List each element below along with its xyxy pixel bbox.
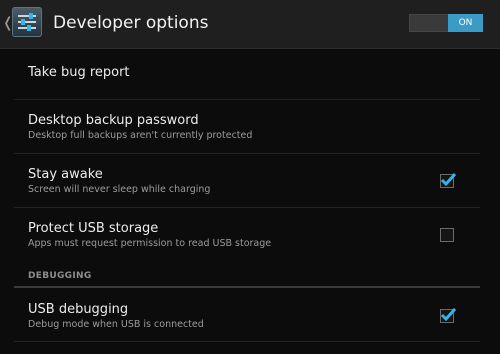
pref-summary: Debug mode when USB is connected [28, 319, 204, 330]
usb-debugging-checkbox[interactable] [440, 307, 457, 323]
switch-on-label: ON [448, 14, 483, 32]
pref-title: Desktop backup password [28, 113, 199, 128]
page-title: Developer options [53, 13, 209, 33]
pref-desktop-backup-password[interactable]: Desktop backup password Desktop full bac… [14, 100, 480, 154]
stay-awake-checkbox[interactable] [440, 172, 457, 188]
pref-title: Protect USB storage [28, 221, 159, 236]
preferences-list: Take bug report Desktop backup password … [0, 49, 500, 354]
pref-summary: Screen will never sleep while charging [28, 184, 211, 195]
pref-summary: Desktop full backups aren't currently pr… [28, 130, 253, 141]
checkmark-icon [440, 172, 457, 187]
action-bar: ❬ Developer options ON [0, 0, 500, 49]
developer-options-switch[interactable]: ON [409, 14, 483, 32]
protect-usb-storage-checkbox[interactable] [440, 228, 454, 242]
pref-title: Take bug report [28, 65, 130, 80]
section-header-debugging: DEBUGGING [28, 271, 92, 281]
pref-title: Stay awake [28, 167, 103, 182]
pref-protect-usb-storage[interactable]: Protect USB storage Apps must request pe… [14, 208, 480, 260]
pref-take-bug-report[interactable]: Take bug report [14, 49, 480, 100]
checkmark-icon [440, 307, 457, 322]
pref-title: USB debugging [28, 302, 129, 317]
section-divider [14, 286, 480, 288]
pref-usb-debugging[interactable]: USB debugging Debug mode when USB is con… [14, 289, 480, 342]
pref-summary: Apps must request permission to read USB… [28, 238, 272, 249]
developer-settings-icon[interactable] [12, 7, 42, 37]
pref-stay-awake[interactable]: Stay awake Screen will never sleep while… [14, 154, 480, 208]
